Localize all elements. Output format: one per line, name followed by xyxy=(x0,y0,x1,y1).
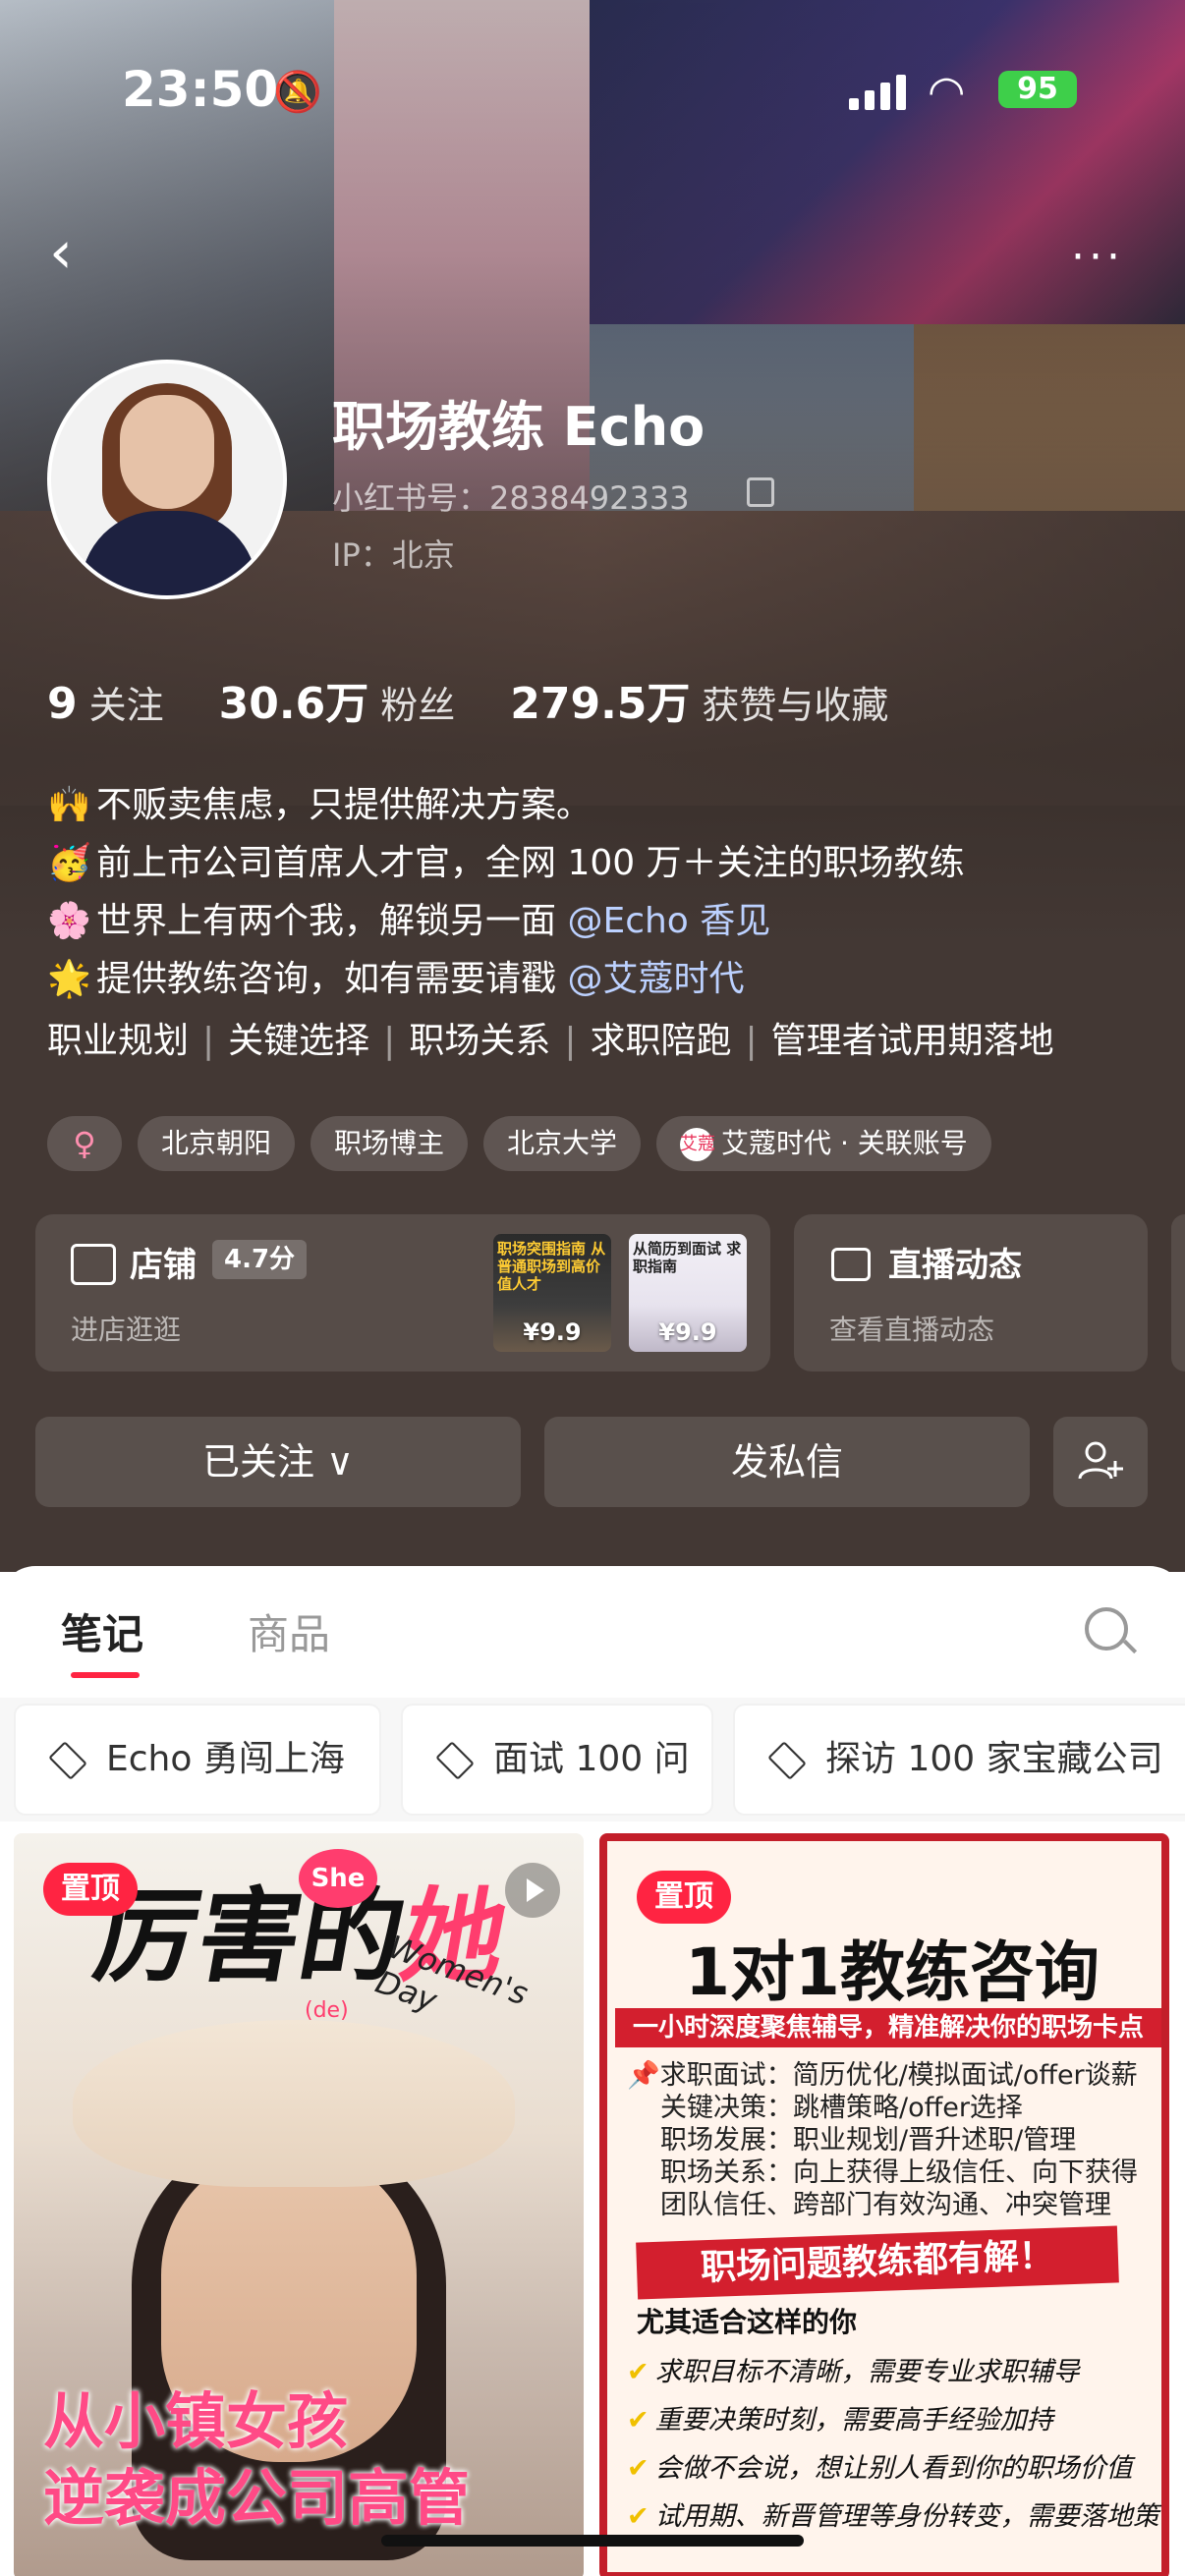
pinned-badge: 置顶 xyxy=(637,1871,731,1924)
bio-line: 提供教练咨询，如有需要请戳 xyxy=(96,959,568,999)
shop-subtitle: 进店逛逛 xyxy=(71,1314,182,1346)
content-panel: 笔记 商品 Echo 勇闯上海 面试 100 问 探访 100 家宝藏公司 置顶… xyxy=(0,1566,1185,2576)
add-user-icon xyxy=(1078,1441,1123,1480)
bio-topics: 职业规划 | 关键选择 | 职场关系 | 求职陪跑 | 管理者试用期落地 xyxy=(47,1021,1054,1061)
note-card[interactable]: 置顶 1对1教练咨询 一小时深度聚焦辅导，精准解决你的职场卡点 📌求职面试：简历… xyxy=(599,1833,1169,2576)
likes-count[interactable]: 279.5万 xyxy=(510,668,690,731)
message-button[interactable]: 发私信 xyxy=(544,1417,1030,1507)
cover-text: 尤其适合这样的你 xyxy=(637,2306,858,2338)
check-icon: ✔ xyxy=(627,2405,649,2436)
product-thumbnail[interactable]: 从简历到面试 求职指南 ¥9.9 xyxy=(629,1234,747,1352)
cover-checklist: ✔ 求职目标不清晰，需要专业求职辅导 ✔ 重要决策时刻，需要高手经验加持 ✔ 会做不会… xyxy=(627,2357,1169,2532)
product-title: 从简历到面试 求职指南 xyxy=(633,1240,742,1275)
cover-subtitle: 从小镇女孩 逆袭成公司高管 xyxy=(43,2385,471,2534)
search-icon[interactable] xyxy=(1085,1607,1128,1651)
bio-topic: 关键选择 xyxy=(228,1021,370,1061)
shop-card[interactable]: 店铺 4.7分 进店逛逛 职场突围指南 从普通职场到高价值人才 ¥9.9 从简历… xyxy=(35,1214,770,1372)
wifi-icon: ◠ xyxy=(928,67,966,117)
location-chip[interactable]: 北京朝阳 xyxy=(138,1116,296,1171)
shop-title: 店铺 xyxy=(130,1246,197,1285)
role-chip[interactable]: 职场博主 xyxy=(310,1116,469,1171)
copy-icon[interactable] xyxy=(747,477,774,507)
followed-button[interactable]: 已关注 ∨ xyxy=(35,1417,521,1507)
battery-indicator: 95 xyxy=(998,71,1077,108)
tab-notes[interactable]: 笔记 xyxy=(61,1601,143,1661)
cover-badge: She xyxy=(299,1849,377,1908)
collection-chip[interactable]: 探访 100 家宝藏公司 xyxy=(735,1706,1185,1814)
tab-goods[interactable]: 商品 xyxy=(248,1601,330,1661)
status-time: 23:50 xyxy=(122,61,279,118)
more-icon[interactable]: ··· xyxy=(1071,232,1124,282)
back-icon[interactable]: ‹ xyxy=(49,218,73,287)
product-thumbnail[interactable]: 职场突围指南 从普通职场到高价值人才 ¥9.9 xyxy=(493,1234,611,1352)
shop-rating: 4.7分 xyxy=(212,1240,308,1279)
star-emoji: 🌟 xyxy=(47,959,91,999)
blossom-emoji: 🌸 xyxy=(47,901,91,941)
bio-topic: 职场关系 xyxy=(409,1021,551,1061)
linked-account-label: 艾蔻时代 · 关联账号 xyxy=(721,1127,968,1159)
collection-label: 面试 100 问 xyxy=(493,1739,690,1779)
followers-count[interactable]: 30.6万 xyxy=(219,668,369,731)
xhs-id: 小红书号：2838492333 xyxy=(332,479,690,517)
pushpin-icon: 📌 xyxy=(627,2060,660,2091)
next-card-edge[interactable] xyxy=(1171,1214,1185,1372)
mention-link[interactable]: @艾蔻时代 xyxy=(567,959,744,999)
signal-icon xyxy=(849,75,906,110)
following-count[interactable]: 9 xyxy=(47,679,78,729)
layers-icon xyxy=(48,1741,87,1780)
live-title: 直播动态 xyxy=(888,1246,1022,1285)
collection-label: Echo 勇闯上海 xyxy=(106,1739,345,1779)
layers-icon xyxy=(767,1741,807,1780)
collection-label: 探访 100 家宝藏公司 xyxy=(825,1739,1163,1779)
video-camera-icon xyxy=(831,1248,871,1281)
play-icon xyxy=(505,1863,560,1918)
profile-stats: 9 关注 30.6万 粉丝 279.5万 获赞与收藏 xyxy=(47,668,943,731)
product-price: ¥9.9 xyxy=(658,1318,717,1346)
note-card[interactable]: 置顶 厉害的她 She (de) Women's Day 从小镇女孩 逆袭成公司… xyxy=(14,1833,584,2576)
bio-line: 不贩卖焦虑，只提供解决方案。 xyxy=(96,785,592,825)
bio-topic: 职业规划 xyxy=(47,1021,190,1061)
bio-topic: 管理者试用期落地 xyxy=(770,1021,1054,1061)
cover-list: 📌求职面试：简历优化/模拟面试/offer谈薪 关键决策：跳槽策略/offer选… xyxy=(627,2060,1138,2220)
layers-icon xyxy=(435,1741,475,1780)
add-user-button[interactable] xyxy=(1053,1417,1148,1507)
linked-account-chip[interactable]: 艾蔻 艾蔻时代 · 关联账号 xyxy=(656,1116,991,1171)
bio-topic: 求职陪跑 xyxy=(590,1021,732,1061)
ip-location: IP：北京 xyxy=(332,536,455,574)
mention-link[interactable]: @Echo 香见 xyxy=(567,901,770,941)
profile-bio: 🙌 不贩卖焦虑，只提供解决方案。 🥳 前上市公司首席人才官，全网 100 万＋关注的… xyxy=(47,776,965,1008)
bio-line: 前上市公司首席人才官，全网 100 万＋关注的职场教练 xyxy=(96,843,965,883)
party-face-emoji: 🥳 xyxy=(47,843,91,883)
cover-text: (de) xyxy=(305,1998,349,2023)
live-subtitle: 查看直播动态 xyxy=(829,1314,995,1346)
bell-off-icon: 🔕 xyxy=(273,70,322,115)
check-icon: ✔ xyxy=(627,2501,649,2532)
likes-label[interactable]: 获赞与收藏 xyxy=(702,675,888,729)
collection-chip[interactable]: 面试 100 问 xyxy=(403,1706,711,1814)
brand-logo-icon: 艾蔻 xyxy=(680,1128,715,1161)
avatar[interactable] xyxy=(47,360,287,599)
cover-banner: 职场问题教练都有解！ xyxy=(636,2225,1119,2300)
cover-title: 1对1教练咨询 xyxy=(685,1934,1100,2010)
raised-hands-emoji: 🙌 xyxy=(47,785,91,825)
gender-chip: ♀ xyxy=(47,1116,122,1171)
status-bar: 23:50 🔕 ◠ 95 xyxy=(0,61,1185,120)
school-chip[interactable]: 北京大学 xyxy=(483,1116,642,1171)
store-icon xyxy=(71,1244,116,1285)
check-icon: ✔ xyxy=(627,2453,649,2484)
cover-band: 一小时深度聚焦辅导，精准解决你的职场卡点 xyxy=(615,2008,1161,2047)
bio-line: 世界上有两个我，解锁另一面 xyxy=(96,901,568,941)
tab-indicator xyxy=(71,1672,140,1678)
product-price: ¥9.9 xyxy=(523,1318,582,1346)
following-label[interactable]: 关注 xyxy=(89,675,164,729)
collection-chip[interactable]: Echo 勇闯上海 xyxy=(16,1706,379,1814)
check-icon: ✔ xyxy=(627,2357,649,2387)
home-indicator[interactable] xyxy=(381,2535,804,2547)
followers-label[interactable]: 粉丝 xyxy=(380,675,455,729)
pinned-badge: 置顶 xyxy=(43,1863,138,1916)
profile-name: 职场教练 Echo xyxy=(332,396,705,458)
live-card[interactable]: 直播动态 查看直播动态 xyxy=(794,1214,1148,1372)
product-title: 职场突围指南 从普通职场到高价值人才 xyxy=(497,1240,606,1293)
profile-chips: ♀ 北京朝阳 职场博主 北京大学 艾蔻 艾蔻时代 · 关联账号 xyxy=(47,1116,991,1171)
